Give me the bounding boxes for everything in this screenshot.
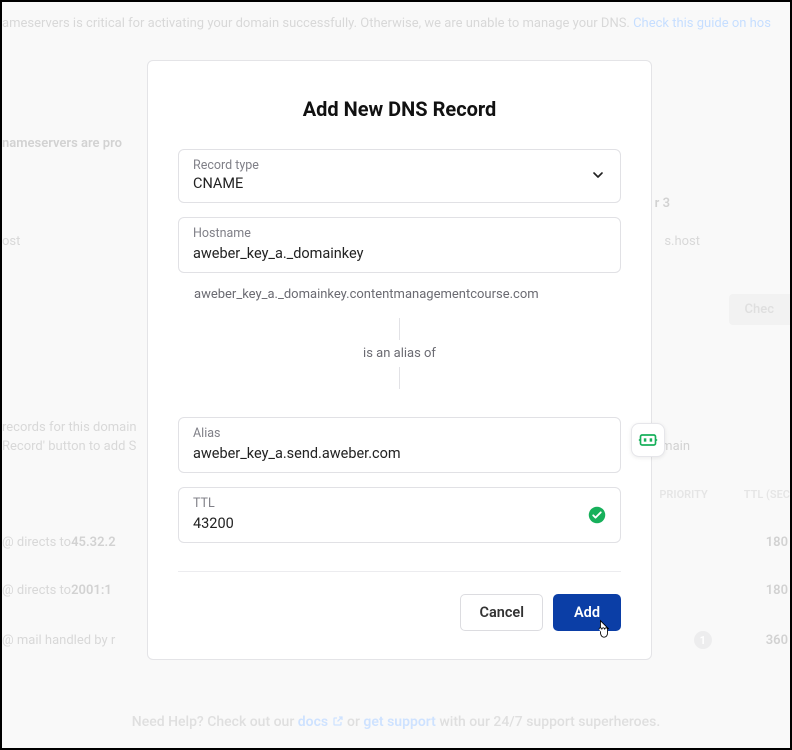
- record-type-label: Record type: [193, 158, 590, 173]
- robot-icon: [638, 432, 658, 448]
- check-circle-icon: [588, 506, 606, 524]
- add-dns-record-modal: Add New DNS Record Record type CNAME Hos…: [147, 60, 652, 660]
- ttl-label: TTL: [193, 496, 606, 511]
- alias-field-wrap[interactable]: Alias: [178, 417, 621, 473]
- modal-title: Add New DNS Record: [178, 97, 621, 121]
- ttl-field-wrap[interactable]: TTL: [178, 487, 621, 543]
- alias-label: Alias: [193, 426, 606, 441]
- chevron-down-icon: [590, 167, 606, 183]
- cancel-button[interactable]: Cancel: [460, 594, 543, 631]
- ttl-input[interactable]: [193, 515, 606, 532]
- record-type-value: CNAME: [193, 175, 590, 192]
- hostname-preview: aweber_key_a._domainkey.contentmanagemen…: [178, 287, 621, 302]
- hostname-label: Hostname: [193, 226, 606, 241]
- add-button[interactable]: Add: [553, 594, 621, 631]
- alias-separator: is an alias of: [178, 318, 621, 389]
- alias-input[interactable]: [193, 445, 606, 462]
- record-type-select[interactable]: Record type CNAME: [178, 149, 621, 203]
- hostname-field-wrap[interactable]: Hostname: [178, 217, 621, 273]
- modal-actions: Cancel Add: [178, 594, 621, 631]
- password-manager-icon[interactable]: [631, 423, 665, 457]
- hostname-input[interactable]: [193, 245, 606, 262]
- modal-divider: [178, 571, 621, 572]
